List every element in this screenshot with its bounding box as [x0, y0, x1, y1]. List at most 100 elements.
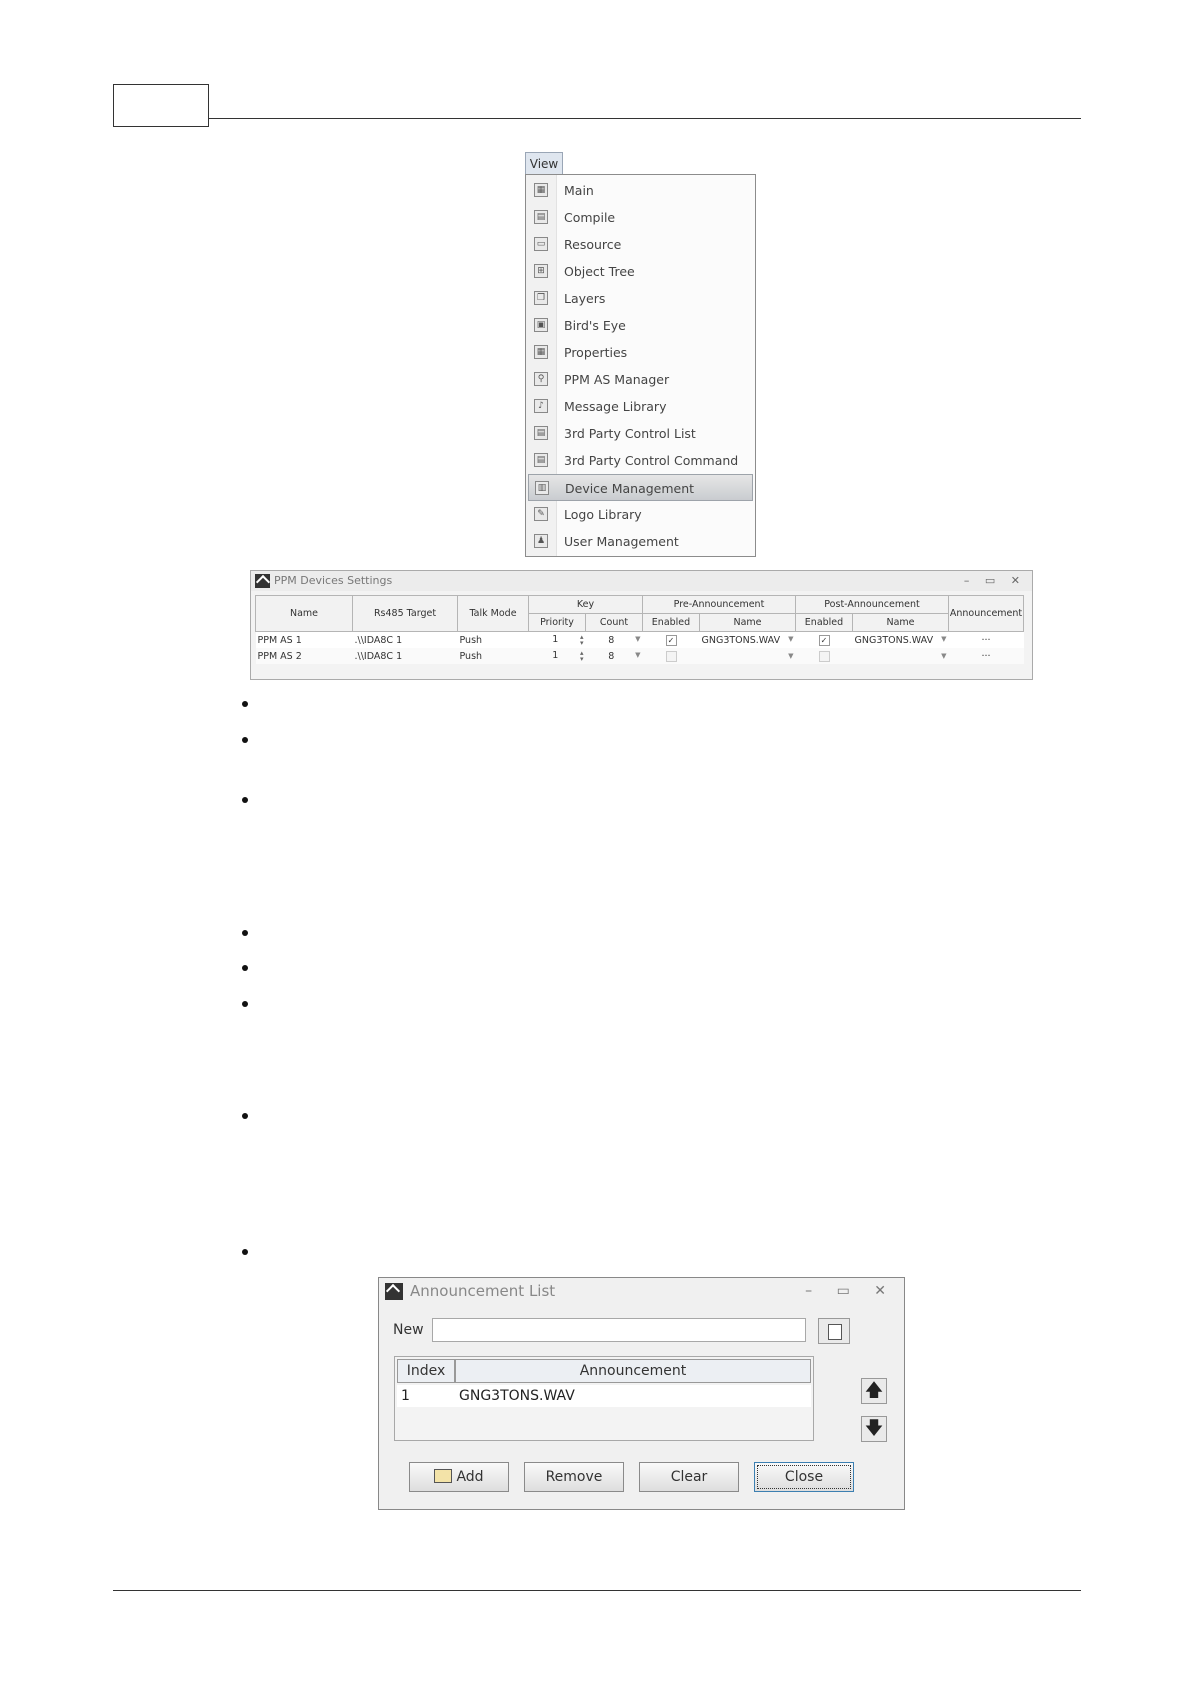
col-talk-mode[interactable]: Talk Mode — [457, 595, 529, 632]
bullet-point — [242, 701, 248, 707]
app-logo-icon — [255, 574, 270, 588]
device-management-icon: ▥ — [535, 481, 549, 495]
browse-file-button[interactable] — [818, 1318, 850, 1344]
compile-icon: ▤ — [534, 210, 548, 224]
chevron-down-icon[interactable]: ▼ — [788, 652, 793, 660]
user-management-icon: ♟ — [534, 534, 548, 548]
logo-library-icon: ✎ — [534, 507, 548, 521]
bullet-point — [242, 1113, 248, 1119]
menu-item-label: 3rd Party Control Command — [564, 453, 739, 468]
col-rs485-target[interactable]: Rs485 Target — [352, 595, 458, 632]
cell-announcement: GNG3TONS.WAV — [459, 1388, 575, 1404]
menu-item-bird-s-eye[interactable]: ▣ Bird's Eye — [528, 312, 753, 339]
pre-enabled-checkbox[interactable]: ✓ — [665, 634, 677, 646]
add-button[interactable]: Add — [409, 1462, 509, 1492]
remove-button[interactable]: Remove — [524, 1462, 624, 1492]
chevron-down-icon[interactable]: ▼ — [788, 635, 793, 643]
cell-pre-enabled[interactable] — [642, 648, 700, 664]
menu-item-label: Layers — [564, 291, 606, 306]
menu-item-3rd-party-control-list[interactable]: ▤ 3rd Party Control List — [528, 420, 753, 447]
menu-item-layers[interactable]: ❐ Layers — [528, 285, 753, 312]
menu-item-label: Main — [564, 183, 594, 198]
cell-priority[interactable]: 1 ▴ ▾ — [528, 648, 586, 664]
file-icon — [828, 1324, 842, 1340]
cell-post-enabled[interactable] — [795, 648, 853, 664]
main-window-icon: ▦ — [534, 183, 548, 197]
menu-item-device-management[interactable]: ▥ Device Management — [528, 474, 753, 501]
cell-announcement-button[interactable]: ··· — [948, 648, 1024, 664]
window-controls[interactable]: – ▭ ✕ — [964, 571, 1026, 591]
col-pre-enabled[interactable]: Enabled — [642, 613, 700, 632]
col-post-name[interactable]: Name — [852, 613, 949, 632]
window-title-bar: Announcement List – ▭ ✕ — [379, 1278, 904, 1304]
spinner-icon[interactable]: ▴ ▾ — [580, 650, 584, 663]
table-row[interactable]: PPM AS 2 .\\IDA8C 1 Push 1 ▴ ▾ 8 ▼ ▼ ▼ ··· — [255, 648, 1024, 664]
menu-item-ppm-as-manager[interactable]: ⚲ PPM AS Manager — [528, 366, 753, 393]
chevron-down-icon[interactable]: ▼ — [941, 635, 946, 643]
menu-item-3rd-party-control-command[interactable]: ▤ 3rd Party Control Command — [528, 447, 753, 474]
cell-count[interactable]: 8 ▼ — [585, 631, 643, 648]
cell-talk-mode[interactable]: Push — [457, 631, 529, 648]
count-value: 8 — [608, 650, 615, 662]
ppm-devices-settings-window: PPM Devices Settings – ▭ ✕ Name Rs485 Ta… — [250, 570, 1033, 680]
cell-announcement-button[interactable]: ··· — [948, 631, 1024, 648]
cell-rs485[interactable]: .\\IDA8C 1 — [352, 631, 458, 648]
cell-name[interactable]: PPM AS 1 — [255, 631, 353, 648]
menu-item-user-management[interactable]: ♟ User Management — [528, 528, 753, 555]
cell-pre-enabled[interactable]: ✓ — [642, 631, 700, 648]
pre-name-value: GNG3TONS.WAV — [701, 634, 781, 646]
post-enabled-checkbox[interactable] — [818, 650, 830, 662]
table-row[interactable]: PPM AS 1 .\\IDA8C 1 Push 1 ▴ ▾ 8 ▼ ✓ GNG3TO… — [255, 631, 1024, 648]
cell-count[interactable]: 8 ▼ — [585, 648, 643, 664]
col-announcement[interactable]: Announcement — [455, 1359, 811, 1383]
col-index[interactable]: Index — [397, 1359, 455, 1383]
col-announcement[interactable]: Announcement — [948, 595, 1024, 632]
col-post-enabled[interactable]: Enabled — [795, 613, 853, 632]
bullet-point — [242, 965, 248, 971]
new-announcement-input[interactable] — [432, 1318, 806, 1342]
cell-rs485[interactable]: .\\IDA8C 1 — [352, 648, 458, 664]
header-rule — [209, 118, 1081, 119]
col-group-post-announcement: Post-Announcement — [795, 595, 949, 614]
col-name[interactable]: Name — [255, 595, 353, 632]
spinner-icon[interactable]: ▴ ▾ — [580, 634, 584, 647]
cell-pre-name[interactable]: ▼ — [699, 648, 796, 664]
menu-item-message-library[interactable]: ♪ Message Library — [528, 393, 753, 420]
chevron-down-icon[interactable]: ▼ — [941, 652, 946, 660]
cell-post-name[interactable]: GNG3TONS.WAV ▼ — [852, 631, 949, 648]
object-tree-icon: ⊞ — [534, 264, 548, 278]
page-number-box — [113, 84, 209, 127]
cell-post-enabled[interactable]: ✓ — [795, 631, 853, 648]
col-count[interactable]: Count — [585, 613, 643, 632]
bullet-point — [242, 797, 248, 803]
menu-item-object-tree[interactable]: ⊞ Object Tree — [528, 258, 753, 285]
clear-button[interactable]: Clear — [639, 1462, 739, 1492]
birds-eye-icon: ▣ — [534, 318, 548, 332]
cell-priority[interactable]: 1 ▴ ▾ — [528, 631, 586, 648]
menu-item-logo-library[interactable]: ✎ Logo Library — [528, 501, 753, 528]
layers-icon: ❐ — [534, 291, 548, 305]
window-controls[interactable]: – ▭ ✕ — [805, 1278, 896, 1304]
move-down-button[interactable]: 🡇 — [861, 1416, 887, 1442]
menu-item-resource[interactable]: ▭ Resource — [528, 231, 753, 258]
menu-item-properties[interactable]: ▦ Properties — [528, 339, 753, 366]
menu-item-label: Resource — [564, 237, 622, 252]
menu-item-label: Object Tree — [564, 264, 635, 279]
col-pre-name[interactable]: Name — [699, 613, 796, 632]
menu-item-main[interactable]: ▦ Main — [528, 177, 753, 204]
post-enabled-checkbox[interactable]: ✓ — [818, 634, 830, 646]
cell-post-name[interactable]: ▼ — [852, 648, 949, 664]
cell-talk-mode[interactable]: Push — [457, 648, 529, 664]
col-priority[interactable]: Priority — [528, 613, 586, 632]
move-up-button[interactable]: 🡅 — [861, 1378, 887, 1404]
chevron-down-icon[interactable]: ▼ — [635, 635, 640, 643]
view-menu-tab[interactable]: View — [525, 152, 563, 174]
pre-enabled-checkbox[interactable] — [665, 650, 677, 662]
chevron-down-icon[interactable]: ▼ — [635, 651, 640, 659]
menu-item-compile[interactable]: ▤ Compile — [528, 204, 753, 231]
new-label: New — [393, 1322, 424, 1338]
cell-pre-name[interactable]: GNG3TONS.WAV ▼ — [699, 631, 796, 648]
ppm-as-manager-icon: ⚲ — [534, 372, 548, 386]
cell-name[interactable]: PPM AS 2 — [255, 648, 353, 664]
close-button[interactable]: Close — [754, 1462, 854, 1492]
